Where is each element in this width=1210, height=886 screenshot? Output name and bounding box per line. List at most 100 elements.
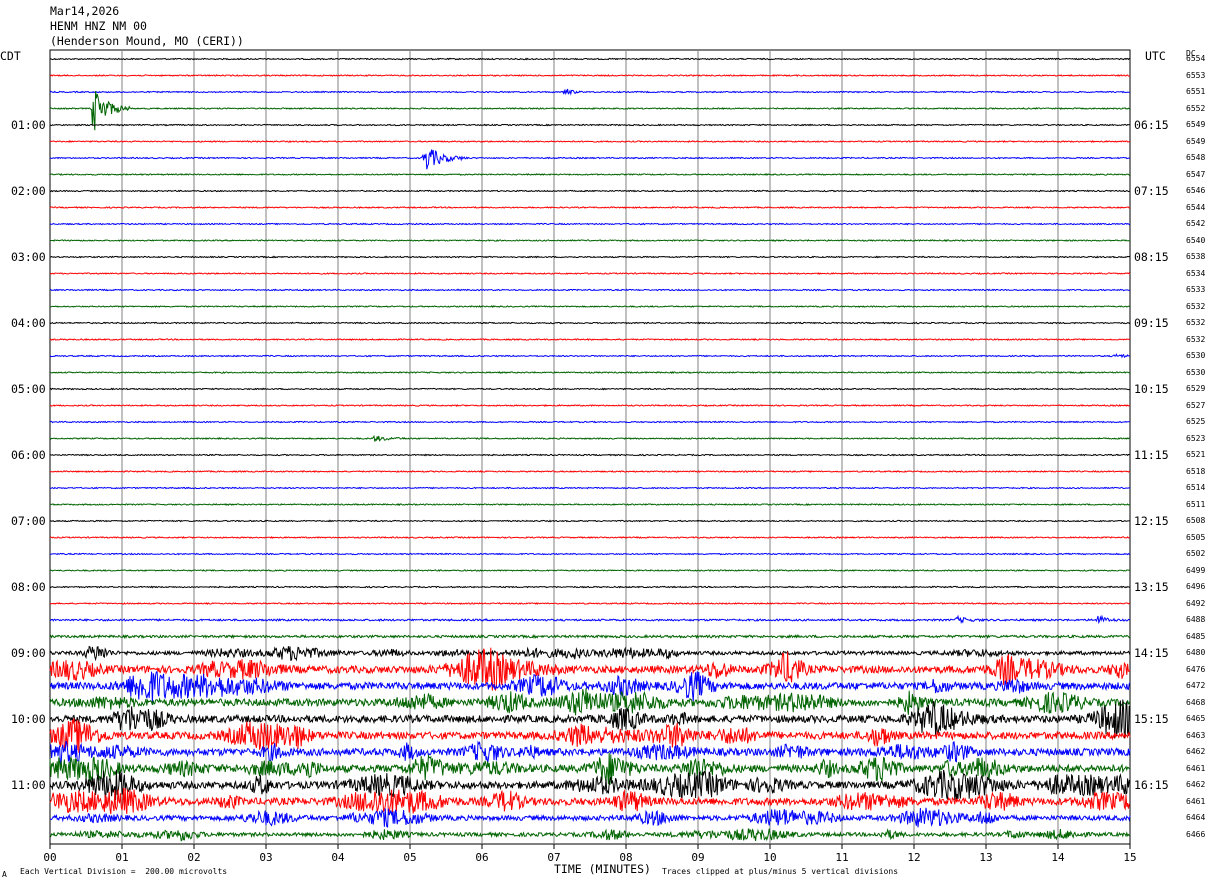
x-tick-label: 12 xyxy=(907,851,920,864)
x-tick-label: 06 xyxy=(475,851,488,864)
corner-mark: A xyxy=(2,870,7,879)
dc-offset-label: 6505 xyxy=(1186,532,1206,542)
dc-offset-label: 6534 xyxy=(1186,268,1206,278)
x-tick-label: 00 xyxy=(43,851,56,864)
trace-line-37 xyxy=(49,645,1131,662)
trace-line-28 xyxy=(49,503,1130,506)
x-tick-label: 09 xyxy=(691,851,704,864)
trace-line-45 xyxy=(49,769,1131,801)
left-hour-label: 02:00 xyxy=(11,184,46,198)
x-tick-label: 11 xyxy=(835,851,848,864)
trace-line-24 xyxy=(49,434,1131,442)
left-hour-label: 04:00 xyxy=(11,316,46,330)
right-hour-label: 10:15 xyxy=(1134,382,1169,396)
trace-line-46 xyxy=(49,787,1131,815)
trace-line-29 xyxy=(49,519,1131,523)
dc-offset-label: 6499 xyxy=(1186,565,1206,575)
trace-line-48 xyxy=(49,828,1130,842)
right-hour-label: 08:15 xyxy=(1134,250,1169,264)
trace-line-43 xyxy=(49,740,1131,766)
x-tick-label: 03 xyxy=(259,851,272,864)
trace-line-33 xyxy=(49,585,1130,589)
dc-offset-label: 6492 xyxy=(1186,598,1206,608)
dc-offset-label: 6511 xyxy=(1186,499,1206,509)
dc-offset-label: 6527 xyxy=(1186,400,1206,410)
x-axis-title: TIME (MINUTES) xyxy=(554,862,651,876)
dc-offset-label: 6523 xyxy=(1186,433,1206,443)
trace-line-36 xyxy=(49,633,1131,640)
x-tick-label: 04 xyxy=(331,851,345,864)
right-hour-label: 06:15 xyxy=(1134,118,1169,132)
dc-offset-label: 6476 xyxy=(1186,664,1206,674)
trace-line-18 xyxy=(49,338,1131,341)
trace-line-23 xyxy=(49,420,1131,424)
dc-offset-label: 6518 xyxy=(1186,466,1206,476)
left-hour-label: 11:00 xyxy=(11,778,46,792)
trace-line-26 xyxy=(50,470,1131,473)
trace-line-34 xyxy=(49,602,1130,605)
helicorder-plot: 00 01 02 03 04 05 06 07 08 09 10 11 12 13 14 15 xyxy=(43,49,1137,864)
right-hour-label: 13:15 xyxy=(1134,580,1169,594)
left-hour-label: 05:00 xyxy=(11,382,46,396)
trace-line-15 xyxy=(49,288,1131,292)
x-tick-label: 13 xyxy=(979,851,992,864)
trace-line-47 xyxy=(49,807,1131,828)
trace-line-9 xyxy=(49,189,1130,193)
x-tick-label: 14 xyxy=(1051,851,1065,864)
dc-offset-label: 6546 xyxy=(1186,186,1206,195)
trace-line-25 xyxy=(49,453,1130,457)
trace-line-31 xyxy=(49,552,1131,556)
dc-offset-label: 6540 xyxy=(1186,235,1206,245)
dc-offset-label: 6533 xyxy=(1186,285,1206,294)
trace-line-14 xyxy=(49,271,1131,275)
right-hour-label: 14:15 xyxy=(1134,646,1169,660)
dc-offset-label: 6464 xyxy=(1186,813,1206,822)
x-tick-label: 05 xyxy=(403,851,416,864)
dc-offset-label: 6532 xyxy=(1186,318,1206,327)
dc-offset-label: 6538 xyxy=(1186,252,1206,261)
dc-offset-label: 6532 xyxy=(1186,334,1206,344)
trace-line-11 xyxy=(49,222,1131,226)
trace-line-27 xyxy=(49,486,1131,490)
right-hour-label: 15:15 xyxy=(1134,712,1169,726)
trace-line-5 xyxy=(49,123,1131,127)
trace-line-13 xyxy=(50,255,1131,259)
right-hour-label: 11:15 xyxy=(1134,448,1169,462)
dc-offset-label: 6461 xyxy=(1186,796,1206,806)
clip-note: Traces clipped at plus/minus 5 vertical … xyxy=(662,867,899,876)
plot-frame xyxy=(49,49,1131,845)
dc-offset-label: 6542 xyxy=(1186,219,1206,228)
dc-offset-label: 6472 xyxy=(1186,681,1206,690)
trace-line-1 xyxy=(49,57,1131,61)
right-hour-label: 07:15 xyxy=(1134,184,1169,198)
trace-line-8 xyxy=(49,173,1131,177)
trace-line-19 xyxy=(49,353,1131,359)
dc-offset-label: 6468 xyxy=(1186,697,1206,707)
x-tick-label: 02 xyxy=(187,851,200,864)
trace-line-16 xyxy=(49,305,1130,309)
dc-offset-label: 6496 xyxy=(1186,582,1206,591)
dc-offset-label: 6466 xyxy=(1186,829,1206,839)
dc-offset-label: 6547 xyxy=(1186,169,1206,179)
right-hour-label: 16:15 xyxy=(1134,778,1169,792)
left-hour-label: 07:00 xyxy=(11,514,46,528)
dc-offset-label: 6461 xyxy=(1186,763,1206,773)
dc-offset-label: 6463 xyxy=(1186,730,1206,740)
x-tick-label: 10 xyxy=(763,851,776,864)
dc-offset-label: 6553 xyxy=(1186,70,1206,80)
dc-offset-label: 6488 xyxy=(1186,615,1206,624)
left-hour-label: 01:00 xyxy=(11,118,46,132)
trace-line-32 xyxy=(49,569,1131,572)
dc-offset-label: 6514 xyxy=(1186,483,1206,492)
trace-line-2 xyxy=(49,74,1130,77)
trace-line-17 xyxy=(49,321,1131,325)
trace-line-20 xyxy=(49,371,1131,374)
dc-offset-label: 6554 xyxy=(1186,54,1206,63)
trace-line-7 xyxy=(49,149,1131,170)
dc-offset-label: 6508 xyxy=(1186,516,1206,525)
dc-offset-label: 6549 xyxy=(1186,136,1206,146)
left-hour-label: 06:00 xyxy=(11,448,46,462)
dc-offset-label: 6485 xyxy=(1186,631,1206,641)
left-hour-label: 09:00 xyxy=(11,646,46,660)
left-hour-label: 10:00 xyxy=(11,712,46,726)
